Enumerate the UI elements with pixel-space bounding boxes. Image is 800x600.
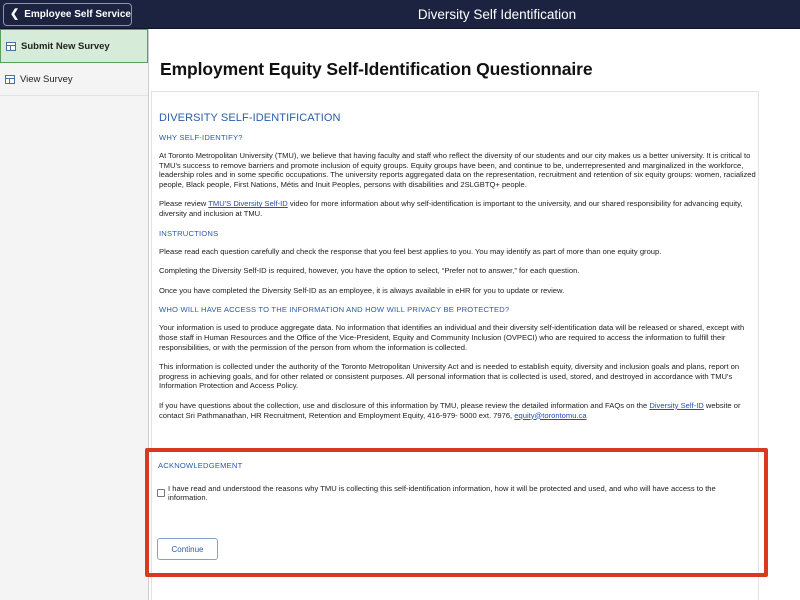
review-text-start: Please review	[159, 199, 209, 209]
questions-paragraph: If you have questions about the collecti…	[159, 401, 757, 420]
why-heading: WHY SELF-IDENTIFY?	[159, 133, 243, 142]
instructions-paragraph-3: Once you have completed the Diversity Se…	[159, 285, 565, 295]
acknowledgement-row[interactable]: I have read and understood the reasons w…	[157, 484, 757, 502]
sidebar-item-label: Submit New Survey	[21, 40, 110, 52]
instructions-paragraph-1: Please read each question carefully and …	[159, 246, 662, 256]
page-header-title: Diversity Self Identification	[417, 7, 577, 22]
page-title: Employment Equity Self-Identification Qu…	[160, 59, 593, 79]
equity-email-link[interactable]: equity@torontomu.ca	[514, 411, 586, 420]
questionnaire-content: DIVERSITY SELF-IDENTIFICATION WHY SELF-I…	[159, 112, 757, 430]
sidebar-item-submit-new-survey[interactable]: Submit New Survey	[0, 29, 148, 63]
survey-form-icon	[6, 41, 16, 51]
sidebar-item-label: View Survey	[20, 73, 73, 85]
instructions-paragraph-2: Completing the Diversity Self-ID is requ…	[159, 266, 580, 276]
privacy-paragraph-1: Your information is used to produce aggr…	[159, 323, 745, 352]
privacy-heading: WHO WILL HAVE ACCESS TO THE INFORMATION …	[159, 305, 510, 315]
acknowledgement-checkbox[interactable]	[157, 489, 165, 497]
acknowledgement-text: I have read and understood the reasons w…	[168, 484, 716, 502]
privacy-paragraph-2: This information is collected under the …	[159, 362, 740, 391]
questions-text-start: If you have questions about the collecti…	[159, 400, 650, 410]
sidebar: Submit New Survey View Survey	[0, 29, 149, 600]
diversity-website-link[interactable]: Diversity Self-ID	[649, 401, 703, 410]
sidebar-item-view-survey[interactable]: View Survey	[0, 63, 148, 96]
instructions-heading: INSTRUCTIONS	[159, 228, 219, 238]
review-paragraph: Please review TMU'S Diversity Self-ID vi…	[159, 199, 757, 218]
acknowledgement-heading: ACKNOWLEDGEMENT	[158, 461, 243, 470]
diversity-video-link[interactable]: TMU'S Diversity Self-ID	[208, 199, 288, 208]
survey-form-icon	[5, 74, 15, 84]
top-banner: ❮ Employee Self Service Diversity Self I…	[0, 0, 800, 29]
why-paragraph: At Toronto Metropolitan University (TMU)…	[159, 151, 756, 189]
continue-button[interactable]: Continue	[157, 538, 218, 560]
section-title: DIVERSITY SELF-IDENTIFICATION	[159, 112, 341, 124]
